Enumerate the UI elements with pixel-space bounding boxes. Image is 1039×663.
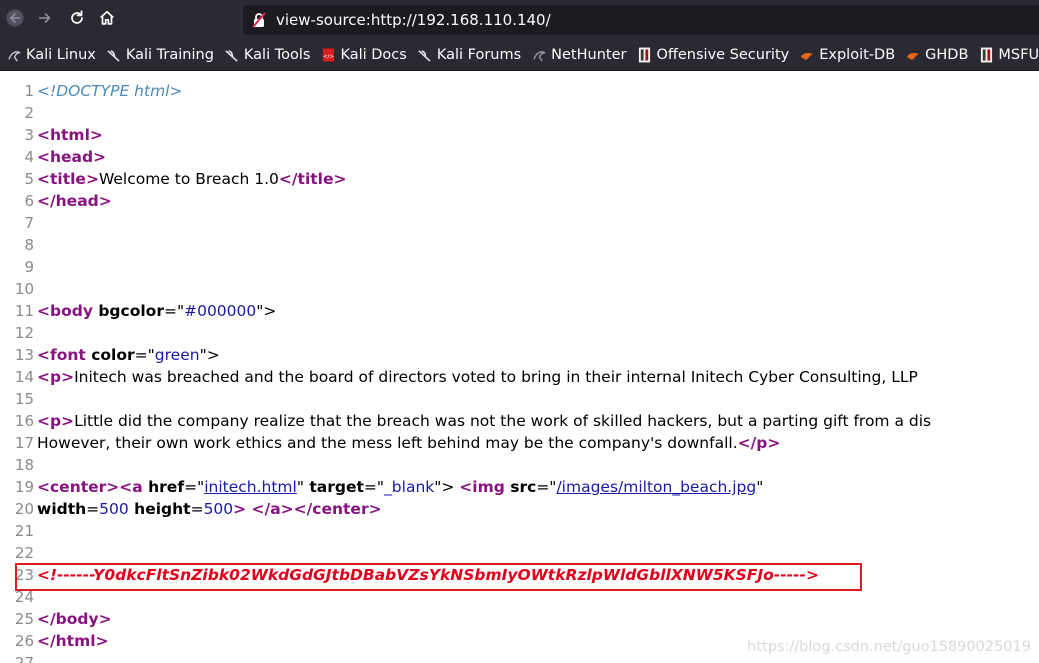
url-text: view-source:http://192.168.110.140/ xyxy=(276,11,551,29)
bookmark-kali-tools[interactable]: Kali Tools xyxy=(225,47,310,63)
head-close-tag: </head> xyxy=(37,192,112,210)
bookmark-kali-training[interactable]: Kali Training xyxy=(107,47,214,63)
kali-dragon-icon xyxy=(7,48,21,62)
body-open-tag: <body xyxy=(37,302,93,320)
source-line: 6 </head> xyxy=(24,192,112,210)
source-line: 11 <body bgcolor =" #000000 "> xyxy=(14,302,277,320)
comment-highlight-box xyxy=(15,563,862,591)
html-open-tag: <html> xyxy=(37,126,103,144)
attr-name: color xyxy=(85,346,135,364)
source-line: 18 xyxy=(14,456,34,474)
ghdb-icon xyxy=(906,48,920,62)
paragraph-text: Little did the company realize that the … xyxy=(74,412,932,430)
exploit-db-icon xyxy=(800,48,814,62)
source-line: 4 <head> xyxy=(24,148,107,166)
bookmark-offensive-security[interactable]: Offensive Security xyxy=(637,47,789,63)
svg-text:</>: </> xyxy=(323,54,335,60)
back-button[interactable] xyxy=(2,5,28,35)
page-title-text: Welcome to Breach 1.0 xyxy=(98,170,279,188)
a-open-tag: <a xyxy=(119,478,143,496)
offsec-icon xyxy=(979,47,993,63)
source-view: 1 <!DOCTYPE html> 2 3 <html> 4 <head> 5 <tit… xyxy=(0,72,1039,663)
arrow-right-icon xyxy=(36,9,54,31)
font-open-tag: <font xyxy=(37,346,86,364)
source-line: 22 xyxy=(14,544,34,562)
source-line: 14 <p> Initech was breached and the board … xyxy=(14,368,918,386)
nethunter-icon xyxy=(532,48,546,62)
paragraph-text: However, their own work ethics and the m… xyxy=(37,434,738,452)
img-open-tag: <img xyxy=(459,478,505,496)
kali-dragon-icon xyxy=(418,48,432,62)
doctype: <!DOCTYPE html> xyxy=(37,82,183,100)
bookmark-exploit-db[interactable]: Exploit-DB xyxy=(800,47,895,63)
kali-docs-icon: </> xyxy=(321,48,335,62)
attr-name: bgcolor xyxy=(92,302,164,320)
attr-value: #000000 xyxy=(184,302,257,320)
source-line: 13 <font color =" green "> xyxy=(14,346,220,364)
offsec-icon xyxy=(637,47,651,63)
reload-icon xyxy=(68,9,86,31)
source-line: 2 xyxy=(24,104,34,122)
bookmark-kali-linux[interactable]: Kali Linux xyxy=(7,47,96,63)
p-open-tag: <p> xyxy=(37,368,75,386)
source-line: 25 </body> xyxy=(14,610,112,628)
source-line: 1 <!DOCTYPE html> xyxy=(24,82,183,100)
title-open-tag: <title> xyxy=(37,170,99,188)
bookmarks-bar: Kali Linux Kali Training Kali Tools </> … xyxy=(0,40,1039,71)
title-close-tag: </title> xyxy=(278,170,347,188)
insecure-lock-icon xyxy=(251,12,267,28)
bookmark-nethunter[interactable]: NetHunter xyxy=(532,47,626,63)
body-close-tag: </body> xyxy=(37,610,112,628)
initech-link[interactable]: initech.html xyxy=(204,476,297,498)
attr-value: green xyxy=(154,346,200,364)
a-center-close-tags: </a></center> xyxy=(251,500,382,518)
p-close-tag: </p> xyxy=(737,434,781,452)
milton-beach-link[interactable]: /images/milton_beach.jpg xyxy=(556,476,756,498)
source-line: 16 <p> Little did the company realize that… xyxy=(14,412,932,430)
bookmark-ghdb[interactable]: GHDB xyxy=(906,47,968,63)
watermark: https://blog.csdn.net/guo15890025019 xyxy=(747,639,1031,655)
source-line: 10 xyxy=(14,280,34,298)
home-icon xyxy=(98,9,116,31)
source-line: 7 xyxy=(24,214,34,232)
html-close-tag: </html> xyxy=(37,632,109,650)
arrow-left-icon xyxy=(6,9,24,31)
bookmark-msfu[interactable]: MSFU xyxy=(979,47,1039,63)
bookmark-kali-forums[interactable]: Kali Forums xyxy=(418,47,521,63)
source-line: 5 <title> Welcome to Breach 1.0 </title> xyxy=(24,170,347,188)
source-line: 8 xyxy=(24,236,34,254)
source-line: 21 xyxy=(14,522,34,540)
source-line: 19 <center> <a href =" initech.html " target =… xyxy=(14,476,764,498)
head-open-tag: <head> xyxy=(37,148,107,166)
source-line: 9 xyxy=(24,258,34,276)
source-line: 15 xyxy=(14,390,34,408)
p-open-tag: <p> xyxy=(37,412,75,430)
url-bar[interactable]: view-source:http://192.168.110.140/ xyxy=(243,5,1039,35)
center-open-tag: <center> xyxy=(37,478,120,496)
forward-button[interactable] xyxy=(32,5,58,35)
browser-toolbar: view-source:http://192.168.110.140/ xyxy=(0,0,1039,40)
kali-dragon-icon xyxy=(225,48,239,62)
paragraph-text: Initech was breached and the board of di… xyxy=(74,368,918,386)
source-line: 3 <html> xyxy=(24,126,103,144)
source-line: 20 width = 500 height = 500 > </a></center> xyxy=(14,500,382,518)
reload-button[interactable] xyxy=(64,5,90,35)
kali-dragon-icon xyxy=(107,48,121,62)
home-button[interactable] xyxy=(94,5,120,35)
source-line: 12 xyxy=(14,324,34,342)
source-line: 17 However, their own work ethics and the… xyxy=(14,434,781,452)
bookmark-kali-docs[interactable]: </> Kali Docs xyxy=(321,47,407,63)
